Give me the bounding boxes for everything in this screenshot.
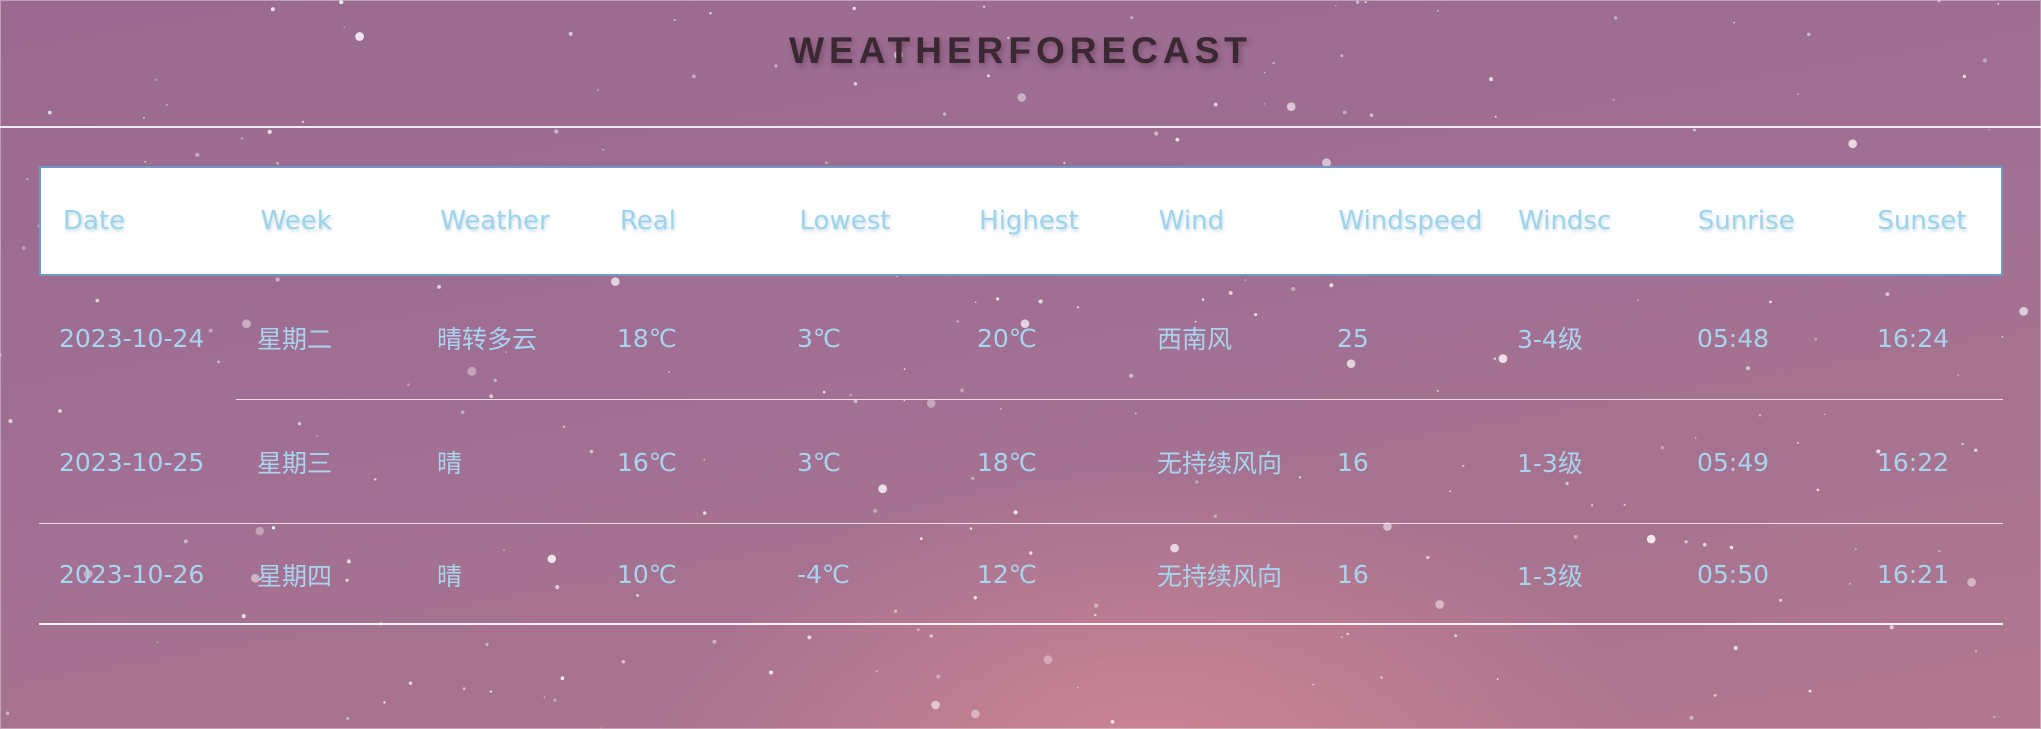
- cell-sunrise: 05:50: [1697, 560, 1770, 589]
- cell-sunset: 16:21: [1877, 560, 1950, 589]
- cell-wind: 西南风: [1157, 325, 1233, 354]
- column-header-week[interactable]: Week: [239, 206, 419, 236]
- column-header-date[interactable]: Date: [41, 206, 239, 236]
- cell-windsc: 3-4级: [1517, 325, 1583, 354]
- column-header-windspeed[interactable]: Windspeed: [1316, 206, 1496, 236]
- table-row: 2023-10-25 星期三 晴 16℃ 3℃ 18℃ 无持续风向 16 1-3…: [39, 400, 2003, 524]
- cell-windsc: 1-3级: [1517, 561, 1583, 591]
- page-title: WEATHERFORECAST: [789, 30, 1252, 71]
- cell-real: 10℃: [617, 560, 677, 589]
- table-header-row: Date Week Weather Real Lowest Highest Wi…: [39, 166, 2003, 276]
- cell-lowest: 3℃: [797, 447, 841, 477]
- cell-windspeed: 16: [1337, 447, 1369, 477]
- cell-sunrise: 05:48: [1697, 323, 1770, 353]
- cell-date: 2023-10-25: [59, 447, 205, 477]
- cell-real: 16℃: [617, 447, 677, 477]
- column-header-weather[interactable]: Weather: [418, 206, 598, 236]
- cell-windsc: 1-3级: [1517, 449, 1583, 478]
- weather-forecast-table: Date Week Weather Real Lowest Highest Wi…: [39, 166, 2003, 625]
- cell-wind: 无持续风向: [1157, 449, 1283, 478]
- cell-weather: 晴转多云: [437, 325, 538, 354]
- cell-sunset: 16:22: [1877, 447, 1950, 477]
- cell-highest: 18℃: [977, 447, 1037, 477]
- cell-lowest: -4℃: [797, 560, 851, 589]
- cell-highest: 12℃: [977, 560, 1037, 589]
- cell-highest: 20℃: [977, 323, 1037, 353]
- cell-weather: 晴: [437, 561, 463, 591]
- table-row: 2023-10-24 星期二 晴转多云 18℃ 3℃ 20℃ 西南风 25 3-…: [39, 276, 2003, 400]
- column-header-real[interactable]: Real: [598, 206, 778, 236]
- cell-week: 星期三: [257, 449, 333, 478]
- page-header: WEATHERFORECAST: [0, 0, 2041, 128]
- column-header-wind[interactable]: Wind: [1137, 206, 1317, 236]
- cell-windspeed: 16: [1337, 560, 1369, 589]
- cell-lowest: 3℃: [797, 323, 841, 353]
- cell-windspeed: 25: [1337, 323, 1369, 353]
- cell-week: 星期四: [257, 561, 333, 591]
- column-header-sunset[interactable]: Sunset: [1855, 206, 2001, 236]
- row-divider: [39, 623, 2003, 625]
- cell-sunrise: 05:49: [1697, 447, 1770, 477]
- column-header-highest[interactable]: Highest: [957, 206, 1137, 236]
- cell-week: 星期二: [257, 325, 333, 354]
- cell-weather: 晴: [437, 449, 463, 478]
- cell-sunset: 16:24: [1877, 323, 1950, 353]
- cell-date: 2023-10-26: [59, 560, 205, 589]
- column-header-windsc[interactable]: Windsc: [1496, 206, 1676, 236]
- column-header-sunrise[interactable]: Sunrise: [1676, 206, 1856, 236]
- cell-wind: 无持续风向: [1157, 561, 1283, 591]
- table-row: 2023-10-26 星期四 晴 10℃ -4℃ 12℃ 无持续风向 16 1-…: [39, 524, 2003, 625]
- cell-date: 2023-10-24: [59, 323, 205, 353]
- cell-real: 18℃: [617, 323, 677, 353]
- column-header-lowest[interactable]: Lowest: [778, 206, 958, 236]
